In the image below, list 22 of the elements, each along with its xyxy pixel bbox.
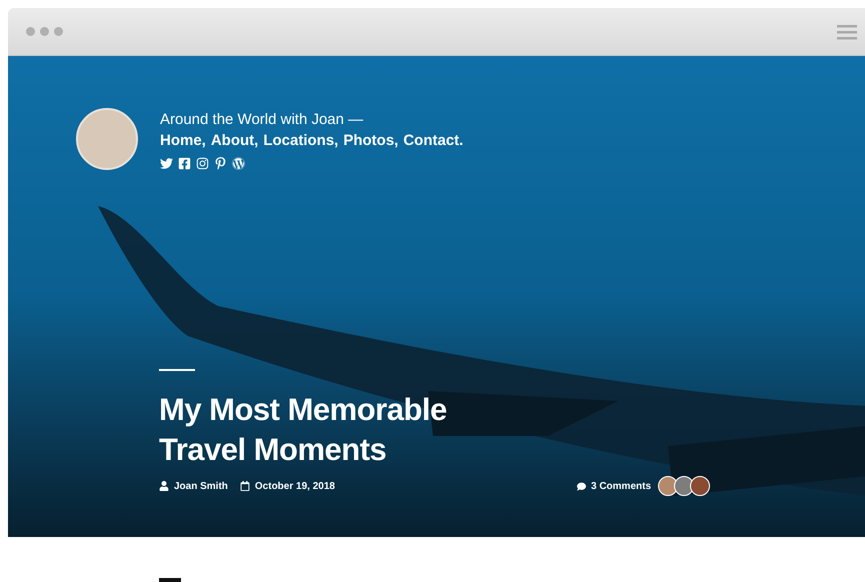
drop-cap-block bbox=[159, 578, 181, 582]
nav-link[interactable]: Locations, bbox=[263, 130, 338, 151]
post-title: My Most Memorable bbox=[159, 391, 447, 429]
wordpress-icon[interactable] bbox=[232, 157, 245, 170]
instagram-icon[interactable] bbox=[196, 157, 209, 170]
pinterest-icon[interactable] bbox=[214, 157, 227, 170]
comments-link[interactable]: 3 Comments bbox=[590, 478, 651, 494]
comment-icon bbox=[576, 482, 586, 490]
post-date[interactable]: October 19, 2018 bbox=[254, 478, 335, 494]
twitter-icon[interactable] bbox=[160, 157, 173, 170]
nav-link[interactable]: About, bbox=[210, 130, 258, 151]
calendar-icon bbox=[240, 481, 250, 491]
user-icon bbox=[159, 481, 169, 491]
nav-link[interactable]: Photos, bbox=[343, 130, 398, 151]
site-tagline: Around the World with Joan — bbox=[160, 110, 364, 130]
nav-link[interactable]: Contact. bbox=[403, 130, 464, 151]
facebook-icon[interactable] bbox=[178, 157, 191, 170]
title-rule bbox=[159, 369, 195, 371]
nav-link[interactable]: Home, bbox=[160, 130, 206, 151]
post-title: Travel Moments bbox=[159, 431, 388, 469]
window-dots-icon bbox=[26, 27, 63, 36]
author-link[interactable]: Joan Smith bbox=[174, 478, 228, 494]
